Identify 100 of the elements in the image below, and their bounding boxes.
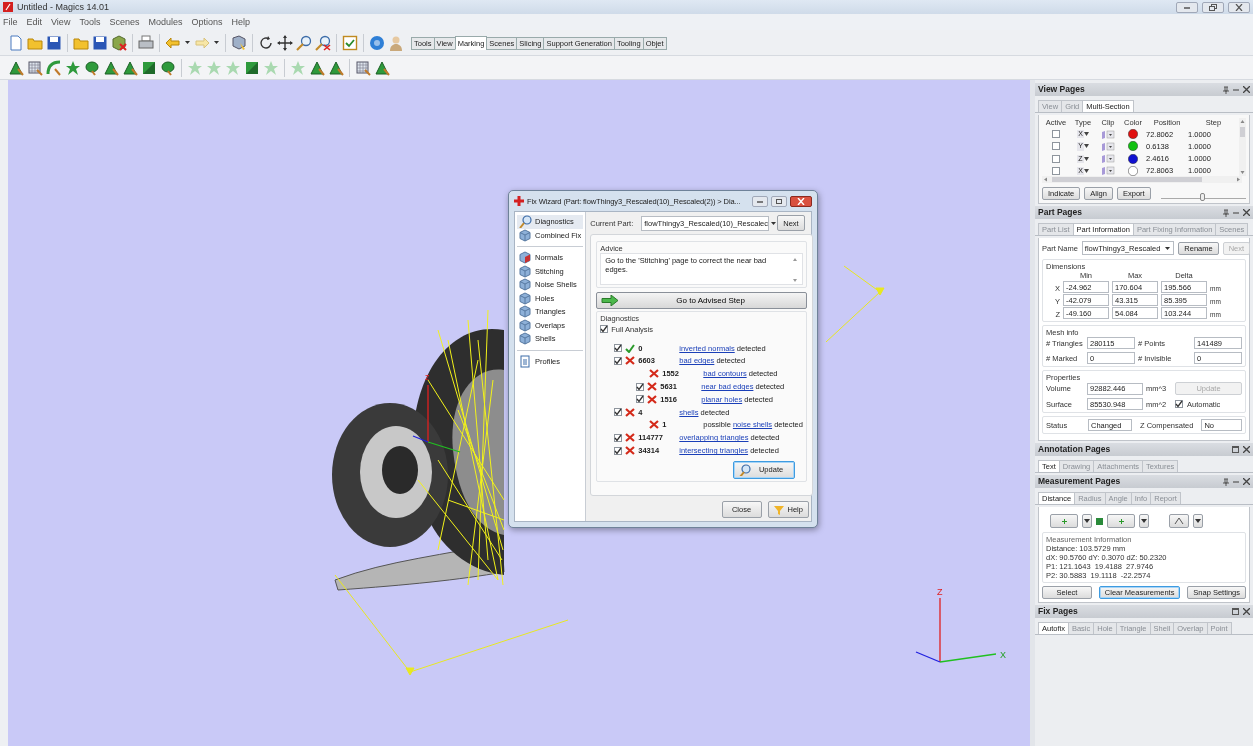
close-button[interactable]: [790, 195, 812, 207]
close-icon[interactable]: [1243, 608, 1250, 615]
square-tool-icon[interactable]: [244, 59, 260, 76]
menu-item[interactable]: View: [51, 16, 71, 28]
checkbox[interactable]: [614, 446, 623, 455]
checklist-icon[interactable]: [342, 34, 358, 51]
menu-item[interactable]: Help: [231, 16, 250, 28]
star-tool-icon[interactable]: [225, 59, 241, 76]
clip-icon[interactable]: [1101, 142, 1115, 151]
close-icon[interactable]: [1243, 446, 1250, 453]
checkbox[interactable]: [614, 357, 623, 365]
rotate-icon[interactable]: [258, 34, 274, 51]
scrollbar: [791, 256, 798, 284]
panel-title: Fix Pages: [1038, 606, 1078, 617]
cube-cursor-icon[interactable]: [231, 34, 247, 51]
measure-mode-button[interactable]: [1169, 514, 1189, 528]
menu-item[interactable]: Scenes: [109, 16, 140, 28]
cross-icon: [514, 196, 524, 206]
caret-icon[interactable]: [1083, 156, 1089, 161]
panel-title: Measurement Pages: [1038, 476, 1121, 487]
axis-label: Z: [937, 587, 943, 597]
caret-icon[interactable]: [213, 40, 220, 45]
leaf-tool-icon[interactable]: [160, 59, 176, 76]
zoom-icon[interactable]: [296, 34, 312, 51]
pin-icon[interactable]: [1223, 85, 1229, 94]
move-icon[interactable]: [277, 34, 293, 51]
checkbox[interactable]: [1175, 400, 1183, 408]
checkbox[interactable]: [1052, 154, 1060, 163]
help-icon[interactable]: [369, 34, 385, 51]
slider-thumb[interactable]: [1200, 192, 1206, 201]
star-tool-icon[interactable]: [206, 59, 222, 76]
caret-icon[interactable]: [1083, 132, 1089, 137]
star-tool-icon[interactable]: [290, 59, 306, 76]
cube-icon: [519, 251, 532, 265]
dropdown-button[interactable]: [1082, 514, 1092, 528]
menu-item[interactable]: Modules: [148, 16, 183, 28]
advised-step-button[interactable]: Go to Advised Step: [596, 292, 807, 309]
dropdown-button[interactable]: [1193, 514, 1203, 528]
grid-tool-icon[interactable]: [355, 59, 371, 76]
checkbox[interactable]: [614, 344, 623, 353]
grid-tool-icon[interactable]: [27, 59, 43, 76]
triangle-tool-icon[interactable]: [122, 59, 138, 76]
checkbox[interactable]: [614, 408, 623, 417]
close-icon[interactable]: [1243, 478, 1250, 485]
checkbox[interactable]: [1052, 142, 1060, 151]
pin-icon[interactable]: [1223, 208, 1229, 217]
menu-item[interactable]: Edit: [26, 16, 43, 28]
axis-triad-drawing: [412, 384, 461, 453]
close-icon[interactable]: [1243, 86, 1250, 93]
leaf-tool-icon[interactable]: [84, 59, 100, 76]
restore-icon: [1209, 3, 1217, 11]
cube-icon[interactable]: [111, 34, 127, 51]
pin-icon[interactable]: [1223, 477, 1229, 486]
save-icon[interactable]: [92, 34, 108, 51]
clip-icon[interactable]: [1101, 154, 1115, 164]
star-tool-icon[interactable]: [187, 59, 203, 76]
dropdown-button[interactable]: [1139, 514, 1149, 528]
checkbox[interactable]: [636, 382, 645, 391]
triangle-tool-icon[interactable]: [309, 59, 325, 76]
plus-icon: [1117, 517, 1125, 525]
magnifier-icon: [738, 463, 751, 476]
caret-icon: [1164, 245, 1172, 251]
close-button[interactable]: [1228, 1, 1250, 13]
minimize-icon: [756, 198, 764, 204]
square-tool-icon[interactable]: [141, 59, 157, 76]
triangle-tool-icon[interactable]: [374, 59, 390, 76]
star-tool-icon[interactable]: [263, 59, 279, 76]
checkbox[interactable]: [1052, 166, 1060, 175]
restore-button[interactable]: [1202, 1, 1224, 13]
maximize-button[interactable]: [771, 195, 787, 207]
printer-icon[interactable]: [138, 34, 154, 51]
curve-tool-icon[interactable]: [46, 59, 62, 76]
checkbox[interactable]: [600, 325, 609, 334]
arrow-icon: [601, 295, 620, 306]
checkbox[interactable]: [636, 395, 645, 404]
minimize-button[interactable]: [752, 195, 768, 207]
restore-icon[interactable]: [1232, 446, 1239, 453]
clip-icon[interactable]: [1101, 129, 1115, 139]
menu-item[interactable]: File: [3, 16, 18, 28]
triangle-tool-icon[interactable]: [8, 59, 24, 76]
star-tool-icon[interactable]: [65, 59, 81, 76]
triangle-tool-icon[interactable]: [103, 59, 119, 76]
close-icon[interactable]: [1243, 209, 1250, 216]
restore-icon[interactable]: [1232, 608, 1239, 615]
triangle-tool-icon[interactable]: [328, 59, 344, 76]
clip-icon[interactable]: [1101, 166, 1115, 176]
caret-icon[interactable]: [1083, 144, 1089, 149]
checkbox[interactable]: [614, 433, 623, 442]
zoom-icon[interactable]: [315, 34, 331, 51]
menu-item[interactable]: Tools: [79, 16, 101, 28]
menu-item[interactable]: Options: [191, 16, 223, 28]
checkbox[interactable]: [1052, 130, 1060, 139]
save-icon[interactable]: [46, 34, 62, 51]
angle-icon: [1174, 517, 1184, 525]
magnifier-icon: [519, 215, 532, 229]
panel-title: Part Pages: [1038, 207, 1082, 218]
cube-icon: [519, 332, 532, 346]
caret-icon[interactable]: [1083, 168, 1089, 173]
caret-icon[interactable]: [184, 40, 191, 45]
minimize-button[interactable]: [1176, 1, 1198, 13]
